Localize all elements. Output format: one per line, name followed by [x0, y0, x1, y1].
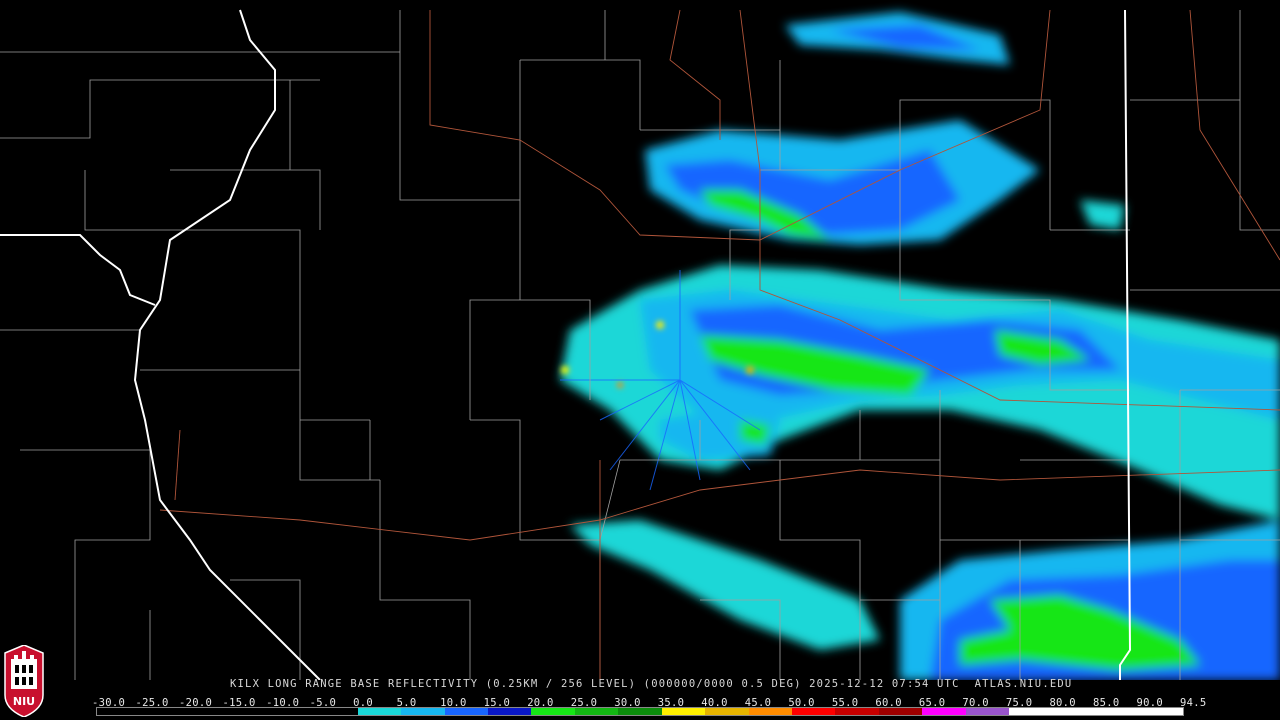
niu-logo: NIU: [4, 645, 44, 717]
colorbar-swatch: [1052, 708, 1097, 715]
colorbar-swatch: [97, 708, 141, 715]
colorbar-swatch: [661, 708, 706, 715]
colorbar-swatch: [748, 708, 792, 715]
colorbar-swatch: [444, 708, 488, 715]
colorbar-swatch: [574, 708, 619, 715]
colorbar-swatch: [270, 708, 315, 715]
colorbar-swatch: [401, 708, 445, 715]
colorbar-swatch: [1096, 708, 1140, 715]
colorbar-swatch: [878, 708, 923, 715]
colorbar-swatch: [922, 708, 966, 715]
colorbar-swatch: [487, 708, 532, 715]
colorbar-swatch: [1139, 708, 1183, 715]
colorbar-swatch: [357, 708, 402, 715]
logo-text: NIU: [13, 695, 35, 708]
colorbar-swatch: [314, 708, 358, 715]
colorbar-swatch: [835, 708, 879, 715]
colorbar-swatch: [792, 708, 836, 715]
colorbar-swatch: [965, 708, 1010, 715]
colorbar-swatch: [531, 708, 575, 715]
colorbar-swatch: [183, 708, 228, 715]
colorbar-swatch: [227, 708, 271, 715]
colorbar: [96, 707, 1184, 716]
product-caption: KILX LONG RANGE BASE REFLECTIVITY (0.25K…: [230, 678, 1073, 690]
colorbar-swatch: [618, 708, 662, 715]
colorbar-swatch: [705, 708, 749, 715]
colorbar-swatch: [140, 708, 184, 715]
radar-map: [0, 0, 1280, 680]
colorbar-swatch: [1009, 708, 1053, 715]
